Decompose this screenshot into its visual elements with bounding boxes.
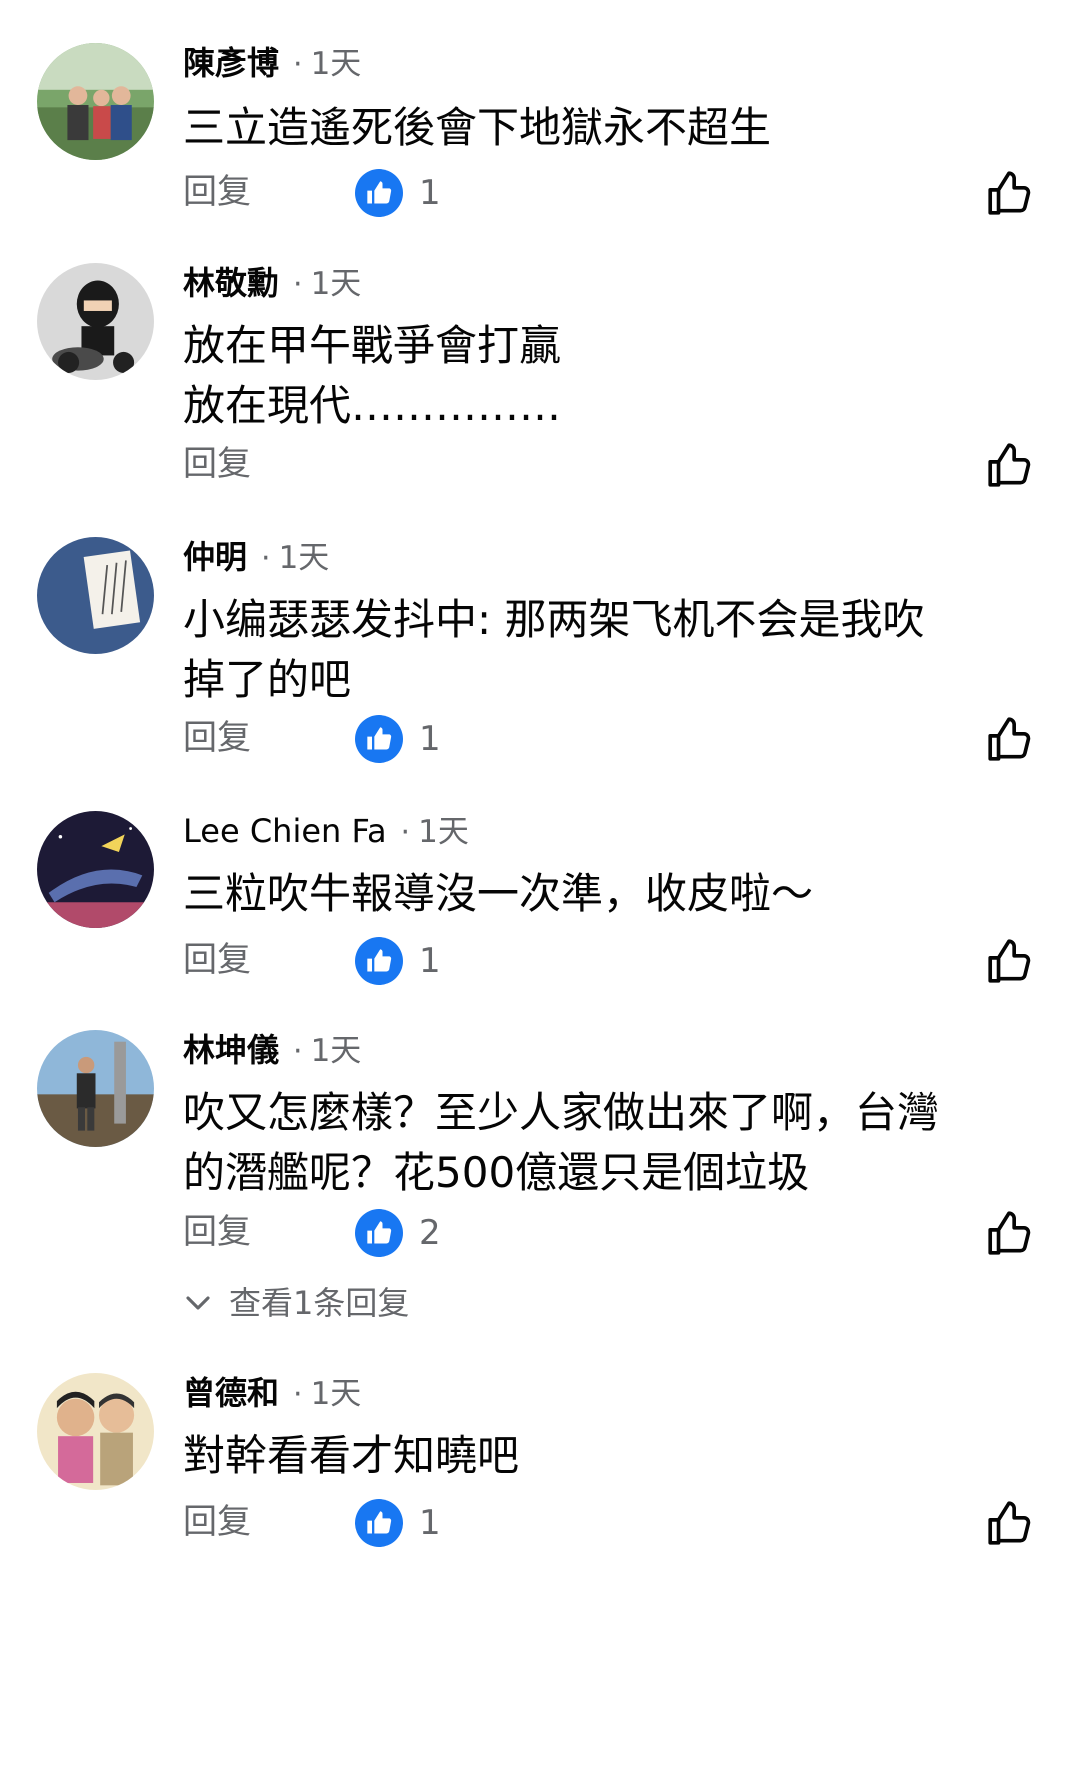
comment-time: 1天	[310, 1033, 362, 1069]
comment-line: 放在甲午戰爭會打贏	[183, 321, 562, 370]
reaction-summary[interactable]: 1	[355, 714, 441, 764]
comment-line: 三立造遙死後會下地獄永不超生	[183, 103, 772, 152]
avatar[interactable]	[37, 43, 154, 160]
meta-separator: ·	[293, 267, 303, 302]
thumbs-up-outline-icon[interactable]	[985, 1498, 1035, 1548]
like-reaction-icon	[355, 169, 403, 217]
avatar[interactable]	[37, 1373, 154, 1490]
reaction-count: 1	[419, 173, 441, 213]
comment-text: 對幹看看才知曉吧	[183, 1426, 1063, 1486]
reply-button[interactable]: 回复	[183, 170, 251, 214]
meta-separator: ·	[293, 47, 303, 82]
avatar[interactable]	[37, 537, 154, 654]
reaction-summary[interactable]: 1	[355, 1498, 441, 1548]
view-replies-button[interactable]: 查看1条回复	[183, 1281, 409, 1325]
comment-text: 吹又怎麼樣？至少人家做出來了啊，台灣 的潛艦呢？花500億還只是個垃圾	[183, 1083, 1063, 1203]
author-name[interactable]: 陳彥博	[183, 44, 279, 82]
reaction-summary[interactable]: 1	[355, 936, 441, 986]
reply-button[interactable]: 回复	[183, 1210, 251, 1254]
author-name[interactable]: 曾德和	[183, 1374, 279, 1412]
thumbs-up-outline-icon[interactable]	[985, 440, 1035, 490]
reaction-count: 1	[419, 1503, 441, 1543]
comment-line: 小编瑟瑟发抖中: 那两架飞机不会是我吹	[183, 595, 925, 644]
comment-meta: 林坤儀 · 1天	[183, 1030, 361, 1070]
author-name[interactable]: 仲明	[183, 538, 247, 576]
like-reaction-icon	[355, 1499, 403, 1547]
reply-button[interactable]: 回复	[183, 938, 251, 982]
meta-separator: ·	[261, 541, 271, 576]
thumbs-up-outline-icon[interactable]	[985, 714, 1035, 764]
comment-meta: 仲明 · 1天	[183, 537, 329, 577]
chevron-down-icon	[186, 1296, 210, 1310]
reply-button[interactable]: 回复	[183, 716, 251, 760]
comment-time: 1天	[310, 46, 362, 82]
comment-time: 1天	[310, 1376, 362, 1412]
like-reaction-icon	[355, 715, 403, 763]
author-name[interactable]: 林坤儀	[183, 1031, 279, 1069]
reply-button[interactable]: 回复	[183, 442, 251, 486]
view-replies-label: 查看1条回复	[229, 1284, 410, 1322]
avatar[interactable]	[37, 811, 154, 928]
comment-meta: 陳彥博 · 1天	[183, 43, 361, 83]
meta-separator: ·	[293, 1034, 303, 1069]
meta-separator: ·	[293, 1377, 303, 1412]
comment-line: 放在現代……………	[183, 381, 562, 430]
comment-meta: 曾德和 · 1天	[183, 1373, 361, 1413]
like-reaction-icon	[355, 937, 403, 985]
comment-time: 1天	[310, 266, 362, 302]
meta-separator: ·	[400, 815, 411, 850]
comment-text: 三立造遙死後會下地獄永不超生	[183, 98, 1063, 158]
reaction-summary[interactable]: 1	[355, 168, 441, 218]
thumbs-up-outline-icon[interactable]	[985, 168, 1035, 218]
comment-meta: 林敬勳 · 1天	[183, 263, 361, 303]
comment-line: 吹又怎麼樣？至少人家做出來了啊，台灣	[183, 1088, 940, 1137]
reaction-count: 2	[419, 1213, 441, 1253]
comment-line: 對幹看看才知曉吧	[183, 1431, 520, 1480]
comment-line: 三粒吹牛報導沒一次準，收皮啦～	[183, 869, 814, 918]
author-name[interactable]: Lee Chien Fa	[183, 812, 387, 850]
like-reaction-icon	[355, 1209, 403, 1257]
comment-time: 1天	[418, 814, 469, 850]
comment-text: 小编瑟瑟发抖中: 那两架飞机不会是我吹 掉了的吧	[183, 590, 1063, 710]
comment-line: 的潛艦呢？花500億還只是個垃圾	[183, 1148, 810, 1197]
comment-text: 三粒吹牛報導沒一次準，收皮啦～	[183, 864, 1063, 924]
avatar[interactable]	[37, 1030, 154, 1147]
thumbs-up-outline-icon[interactable]	[985, 1208, 1035, 1258]
comment-line: 掉了的吧	[183, 655, 352, 704]
author-name[interactable]: 林敬勳	[183, 264, 279, 302]
reaction-summary[interactable]: 2	[355, 1208, 441, 1258]
reaction-count: 1	[419, 941, 441, 981]
comment-meta: Lee Chien Fa · 1天	[183, 811, 469, 851]
comment-text: 放在甲午戰爭會打贏 放在現代……………	[183, 316, 1063, 436]
reply-button[interactable]: 回复	[183, 1500, 251, 1544]
thumbs-up-outline-icon[interactable]	[985, 936, 1035, 986]
avatar[interactable]	[37, 263, 154, 380]
comment-time: 1天	[278, 540, 330, 576]
reaction-count: 1	[419, 719, 441, 759]
